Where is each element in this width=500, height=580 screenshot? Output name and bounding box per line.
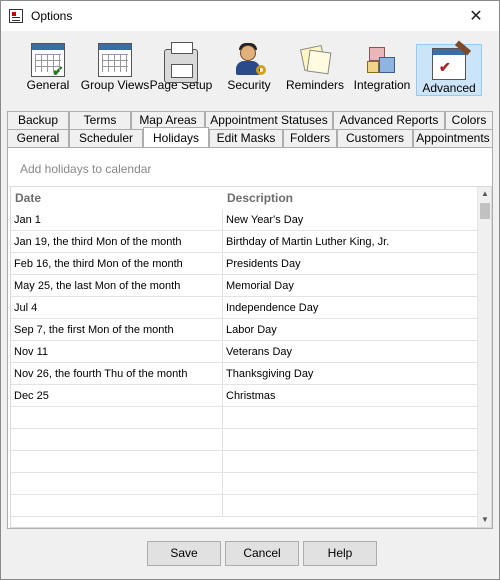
date-cell[interactable]: Nov 26, the fourth Thu of the month xyxy=(11,363,223,384)
table-row[interactable] xyxy=(11,451,479,473)
calendar-grid-icon xyxy=(98,43,132,77)
description-cell[interactable] xyxy=(223,407,479,428)
save-button[interactable]: Save xyxy=(147,541,221,566)
toolbar-label: Reminders xyxy=(285,78,345,92)
tab-holidays[interactable]: Holidays xyxy=(143,127,209,147)
toolbar-label: Advanced xyxy=(422,81,476,95)
scroll-thumb[interactable] xyxy=(480,203,490,219)
scroll-down-icon[interactable]: ▼ xyxy=(478,513,492,527)
table-row[interactable]: Feb 16, the third Mon of the month Presid… xyxy=(11,253,479,275)
options-window: Options ✕ ✔ General Group Views Page Set… xyxy=(0,0,500,580)
date-cell[interactable]: Jan 19, the third Mon of the month xyxy=(11,231,223,252)
vertical-scrollbar[interactable]: ▲ ▼ xyxy=(477,187,491,527)
tab-colors[interactable]: Colors xyxy=(445,111,493,129)
table-row[interactable] xyxy=(11,407,479,429)
title-bar: Options ✕ xyxy=(1,1,499,31)
description-cell[interactable]: Independence Day xyxy=(223,297,479,318)
table-row[interactable] xyxy=(11,429,479,451)
date-cell[interactable]: Feb 16, the third Mon of the month xyxy=(11,253,223,274)
description-cell[interactable]: Christmas xyxy=(223,385,479,406)
tab-terms[interactable]: Terms xyxy=(69,111,131,129)
tab-advanced-reports[interactable]: Advanced Reports xyxy=(333,111,445,129)
tab-customers[interactable]: Customers xyxy=(337,129,413,147)
date-cell[interactable] xyxy=(11,495,223,516)
cubes-icon xyxy=(365,43,399,77)
add-holidays-label[interactable]: Add holidays to calendar xyxy=(20,162,151,176)
scroll-up-icon[interactable]: ▲ xyxy=(478,187,492,201)
window-title: Options xyxy=(31,9,73,23)
grid-rows: Jan 1 New Year's Day Jan 19, the third Mon… xyxy=(11,209,479,517)
tab-appointments[interactable]: Appointments xyxy=(413,129,493,147)
toolbar-label: General xyxy=(26,78,70,92)
toolbar-label: Security xyxy=(227,78,271,92)
toolbar-page-setup-button[interactable]: Page Setup xyxy=(150,42,212,97)
table-row[interactable]: Jul 4 Independence Day xyxy=(11,297,479,319)
calendar-check-icon: ✔ xyxy=(31,43,65,78)
description-cell[interactable] xyxy=(223,429,479,450)
table-row[interactable]: Sep 7, the first Mon of the month Labor D… xyxy=(11,319,479,341)
tab-edit-masks[interactable]: Edit Masks xyxy=(209,129,283,147)
description-cell[interactable]: Birthday of Martin Luther King, Jr. xyxy=(223,231,479,252)
date-cell[interactable]: Jul 4 xyxy=(11,297,223,318)
tab-appointment-statuses[interactable]: Appointment Statuses xyxy=(205,111,333,129)
toolbar-reminders-button[interactable]: Reminders xyxy=(285,43,345,97)
toolbar-general-button[interactable]: ✔ General xyxy=(21,43,75,97)
table-row[interactable]: Jan 19, the third Mon of the month Birthd… xyxy=(11,231,479,253)
tab-scheduler[interactable]: Scheduler xyxy=(69,129,143,147)
date-cell[interactable] xyxy=(11,473,223,494)
holidays-grid: Date Description Jan 1 New Year's Day Jan … xyxy=(10,186,492,528)
date-cell[interactable] xyxy=(11,451,223,472)
user-key-icon xyxy=(232,43,266,77)
advanced-tools-icon: ✔ xyxy=(432,40,472,80)
description-cell[interactable]: Labor Day xyxy=(223,319,479,340)
column-header-description[interactable]: Description xyxy=(223,187,479,209)
tab-row-bottom: General Scheduler Holidays Edit Masks Fo… xyxy=(7,127,493,147)
tab-row-top: Backup Terms Map Areas Appointment Statu… xyxy=(7,111,493,129)
toolbar-security-button[interactable]: Security xyxy=(223,43,275,97)
description-cell[interactable] xyxy=(223,451,479,472)
table-row[interactable] xyxy=(11,473,479,495)
table-row[interactable]: Dec 25 Christmas xyxy=(11,385,479,407)
date-cell[interactable] xyxy=(11,407,223,428)
toolbar-advanced-button[interactable]: ✔ Advanced xyxy=(416,40,482,96)
description-cell[interactable]: New Year's Day xyxy=(223,209,479,230)
toolbar-group-views-button[interactable]: Group Views xyxy=(80,43,150,97)
notes-icon xyxy=(298,43,332,77)
description-cell[interactable]: Veterans Day xyxy=(223,341,479,362)
description-cell[interactable] xyxy=(223,495,479,516)
description-cell[interactable]: Presidents Day xyxy=(223,253,479,274)
app-icon xyxy=(9,9,23,23)
date-cell[interactable]: May 25, the last Mon of the month xyxy=(11,275,223,296)
table-row[interactable]: Nov 11 Veterans Day xyxy=(11,341,479,363)
description-cell[interactable]: Memorial Day xyxy=(223,275,479,296)
date-cell[interactable] xyxy=(11,429,223,450)
tab-folders[interactable]: Folders xyxy=(283,129,337,147)
help-button[interactable]: Help xyxy=(303,541,377,566)
tab-backup[interactable]: Backup xyxy=(7,111,69,129)
cancel-button[interactable]: Cancel xyxy=(225,541,299,566)
description-cell[interactable]: Thanksgiving Day xyxy=(223,363,479,384)
table-row[interactable]: May 25, the last Mon of the month Memoria… xyxy=(11,275,479,297)
toolbar-label: Group Views xyxy=(80,78,150,92)
table-row[interactable]: Nov 26, the fourth Thu of the month Thank… xyxy=(11,363,479,385)
description-cell[interactable] xyxy=(223,473,479,494)
tab-general[interactable]: General xyxy=(7,129,69,147)
table-row[interactable]: Jan 1 New Year's Day xyxy=(11,209,479,231)
grid-header: Date Description xyxy=(11,187,479,209)
toolbar-integration-button[interactable]: Integration xyxy=(353,43,411,97)
column-header-date[interactable]: Date xyxy=(11,187,223,209)
holidays-panel: Add holidays to calendar Date Descriptio… xyxy=(7,147,493,529)
date-cell[interactable]: Dec 25 xyxy=(11,385,223,406)
printer-icon xyxy=(164,42,198,83)
date-cell[interactable]: Sep 7, the first Mon of the month xyxy=(11,319,223,340)
table-row[interactable] xyxy=(11,495,479,517)
date-cell[interactable]: Nov 11 xyxy=(11,341,223,362)
options-toolbar: ✔ General Group Views Page Setup Securit… xyxy=(1,31,499,103)
close-button[interactable]: ✕ xyxy=(453,1,499,31)
toolbar-label: Integration xyxy=(353,78,411,92)
date-cell[interactable]: Jan 1 xyxy=(11,209,223,230)
